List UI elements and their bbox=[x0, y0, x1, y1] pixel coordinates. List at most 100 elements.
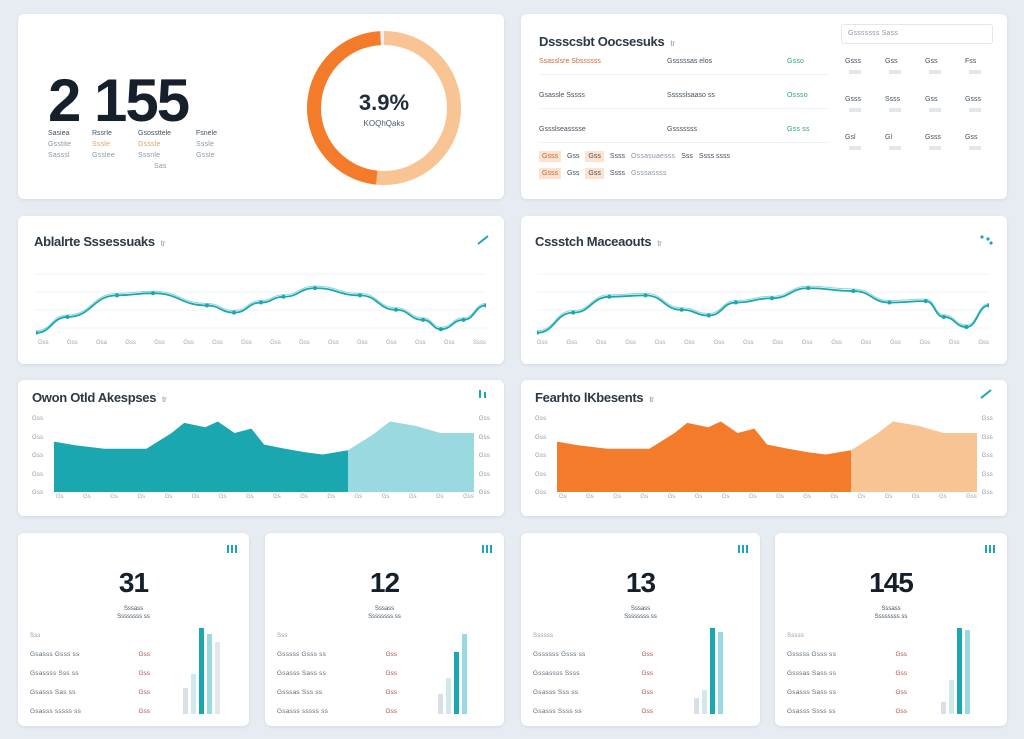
stat-card[interactable]: 145 Sssass Ssssssss ss Sssss Gsssss Gsss ss G… bbox=[775, 533, 1007, 726]
list-item[interactable]: Gsasss Sss ss Gss bbox=[533, 689, 653, 696]
stat-card[interactable]: 12 Sssass Ssssssss ss Sss Gsssss Gsss ss Gss G… bbox=[265, 533, 504, 726]
axis-tick-label: Gss bbox=[385, 340, 397, 346]
list-item[interactable]: Gsassss Sss ss Gss bbox=[30, 670, 150, 677]
side-grid-value: Fss bbox=[965, 58, 977, 65]
axis-tick-label: Gs bbox=[559, 494, 567, 500]
list-item[interactable]: Gsasss Ssss ss Gss bbox=[533, 708, 653, 715]
axis-tick-label: Gs bbox=[245, 494, 254, 500]
table-row[interactable]: Ssasslsre Sbssssss Gsssssas elos Gsso bbox=[539, 58, 829, 65]
y-tick-label: Gss bbox=[478, 490, 490, 496]
side-grid-value: Gsss bbox=[845, 96, 861, 103]
list-item-label: Gsasss Sass ss bbox=[787, 689, 837, 696]
bar-chart-icon[interactable] bbox=[482, 545, 492, 553]
list-item[interactable]: Gssassss Ssss Gss bbox=[533, 670, 653, 677]
table-row[interactable]: Gsassle Sssss Ssssslsaaso ss Ossso bbox=[539, 92, 829, 99]
list-item[interactable]: Gsssss Gsss ss Gss bbox=[787, 651, 907, 658]
list-item-value: Gss bbox=[385, 670, 397, 677]
y-tick-label: Gss bbox=[535, 434, 547, 441]
axis-tick-label: Gs bbox=[938, 494, 947, 500]
axis-tick-label: Gss bbox=[831, 340, 842, 346]
series-point bbox=[851, 289, 856, 294]
y-tick-label: Gss bbox=[535, 490, 547, 496]
side-grid-cell: Gss bbox=[885, 58, 919, 74]
y-tick-label: Gss bbox=[32, 416, 44, 422]
side-grid-cell: Gss bbox=[965, 134, 999, 150]
table-row[interactable]: Gssslseasssse Gsssssss Gss ss bbox=[539, 126, 829, 133]
tag: Gss bbox=[566, 153, 580, 160]
list-item[interactable]: Gsssas Sass ss Gss bbox=[787, 670, 907, 677]
list-item-value: Gss bbox=[385, 689, 397, 696]
y-axis-right: Gss Gss Gss Gss Gss bbox=[479, 416, 490, 496]
series-point bbox=[394, 307, 398, 312]
list-item[interactable]: Gsssas Sss ss Gss bbox=[277, 689, 397, 696]
legend-header: Gsossttele bbox=[138, 130, 172, 137]
list-item[interactable]: Gsasss Sass ss Gss bbox=[277, 670, 397, 677]
legend-item: Sssle bbox=[196, 141, 215, 148]
list-item[interactable]: Gsasss Gsss ss Gss bbox=[30, 651, 150, 658]
mini-bar bbox=[438, 694, 443, 714]
list-item[interactable]: Gsasss sssss ss Gss bbox=[30, 708, 150, 715]
expand-icon[interactable] bbox=[476, 234, 490, 246]
axis-tick-label: Gs bbox=[137, 494, 146, 500]
axis-tick-label: Gss bbox=[860, 340, 872, 346]
stat-card[interactable]: 13 Sssass Ssssssss ss Ssssss Gssssss Gsss ss… bbox=[521, 533, 760, 726]
list-item[interactable]: Gsasss sssss ss Gss bbox=[277, 708, 397, 715]
axis-tick-label: Gs bbox=[354, 494, 363, 500]
table-card: Dssscsbt Oocsesuks tr Ssasslsre Sbssssss … bbox=[521, 14, 1007, 199]
line-chart-card-right: Cssstch Maceaouts tr Gss Gss Gss Gss Gss Gss Gs… bbox=[521, 216, 1007, 364]
y-tick-label: Gss bbox=[981, 434, 993, 441]
mini-bar bbox=[941, 702, 946, 714]
list-header: Sss bbox=[277, 633, 288, 639]
bar-chart-icon[interactable] bbox=[227, 545, 237, 553]
series-point bbox=[439, 327, 443, 332]
expand-icon[interactable] bbox=[979, 388, 993, 400]
side-grid-value: Gsss bbox=[925, 134, 941, 141]
axis-tick-label: Gss bbox=[772, 340, 784, 346]
list-item[interactable]: Gsasss Sas ss Gss bbox=[30, 689, 150, 696]
x-axis: Gss Gss Gsa Gss Gss Gss Gss Gss Gss Gss Gss Gss Gss G… bbox=[38, 340, 486, 346]
axis-tick-label: Gss bbox=[566, 340, 578, 346]
bar-chart-icon[interactable] bbox=[476, 388, 490, 400]
mini-bar-chart bbox=[694, 628, 744, 714]
side-grid-bar bbox=[849, 108, 861, 112]
axis-tick-label: Gss bbox=[212, 340, 223, 346]
area-series-primary bbox=[54, 421, 348, 492]
list-item-label: Gsssas Sss ss bbox=[277, 689, 323, 696]
y-axis-right: Gss Gss Gss Gss Gss bbox=[982, 416, 993, 496]
list-item-label: Gsssss Gsss ss bbox=[277, 651, 327, 658]
axis-tick-label: Gs bbox=[56, 494, 64, 500]
table-cell: Gsassle Sssss bbox=[539, 92, 585, 99]
stat-caption: Ssssssss ss bbox=[368, 614, 401, 620]
series-point bbox=[964, 325, 969, 330]
axis-tick-label: Gss bbox=[125, 340, 136, 346]
y-tick-label: Gss bbox=[32, 434, 44, 441]
side-grid-value: Gss bbox=[925, 96, 938, 103]
bar-chart-icon[interactable] bbox=[985, 545, 995, 553]
side-search-box[interactable]: Gsssssss Sass bbox=[841, 24, 993, 44]
side-grid-bar bbox=[929, 108, 941, 112]
y-tick-label: Gss bbox=[478, 434, 490, 441]
list-item[interactable]: Gsssss Gsss ss Gss bbox=[277, 651, 397, 658]
axis-tick-label: Gs bbox=[327, 494, 336, 500]
tag-row: Gsss Gss Gss Ssss Ossasuaesss Sss Ssss s… bbox=[539, 151, 730, 162]
title-badge: tr bbox=[162, 395, 167, 404]
side-grid-cell: Gsss bbox=[845, 58, 879, 74]
stat-caption: Ssssssss ss bbox=[874, 614, 908, 620]
more-icon[interactable] bbox=[979, 234, 993, 246]
y-tick-label: Gss bbox=[981, 453, 993, 459]
table-cell: Ssasslsre Sbssssss bbox=[539, 58, 601, 65]
series-point bbox=[571, 310, 576, 315]
axis-tick-label: Gss bbox=[713, 340, 725, 346]
side-grid-value: Ssss bbox=[885, 96, 901, 103]
series-point bbox=[232, 310, 236, 315]
stat-card[interactable]: 31 Sssass Ssssssss ss Sss Gsasss Gsss ss Gss G… bbox=[18, 533, 249, 726]
stat-value: 145 bbox=[869, 567, 914, 598]
list-item[interactable]: Gsasss Sass ss Gss bbox=[787, 689, 907, 696]
list-item[interactable]: Gsasss Ssss ss Gss bbox=[787, 708, 907, 715]
bar-chart-icon[interactable] bbox=[738, 545, 748, 553]
list-item[interactable]: Gssssss Gsss ss Gss bbox=[533, 651, 653, 658]
list-header: Sss bbox=[30, 633, 41, 639]
list-item-label: Gsasss Ssss ss bbox=[533, 708, 582, 715]
list-item-value: Gss bbox=[895, 689, 907, 696]
x-axis: Gss Gss Gss Gss Gss Gss Gss Gss Gss Gss Gss Gss Gss G… bbox=[537, 340, 989, 346]
